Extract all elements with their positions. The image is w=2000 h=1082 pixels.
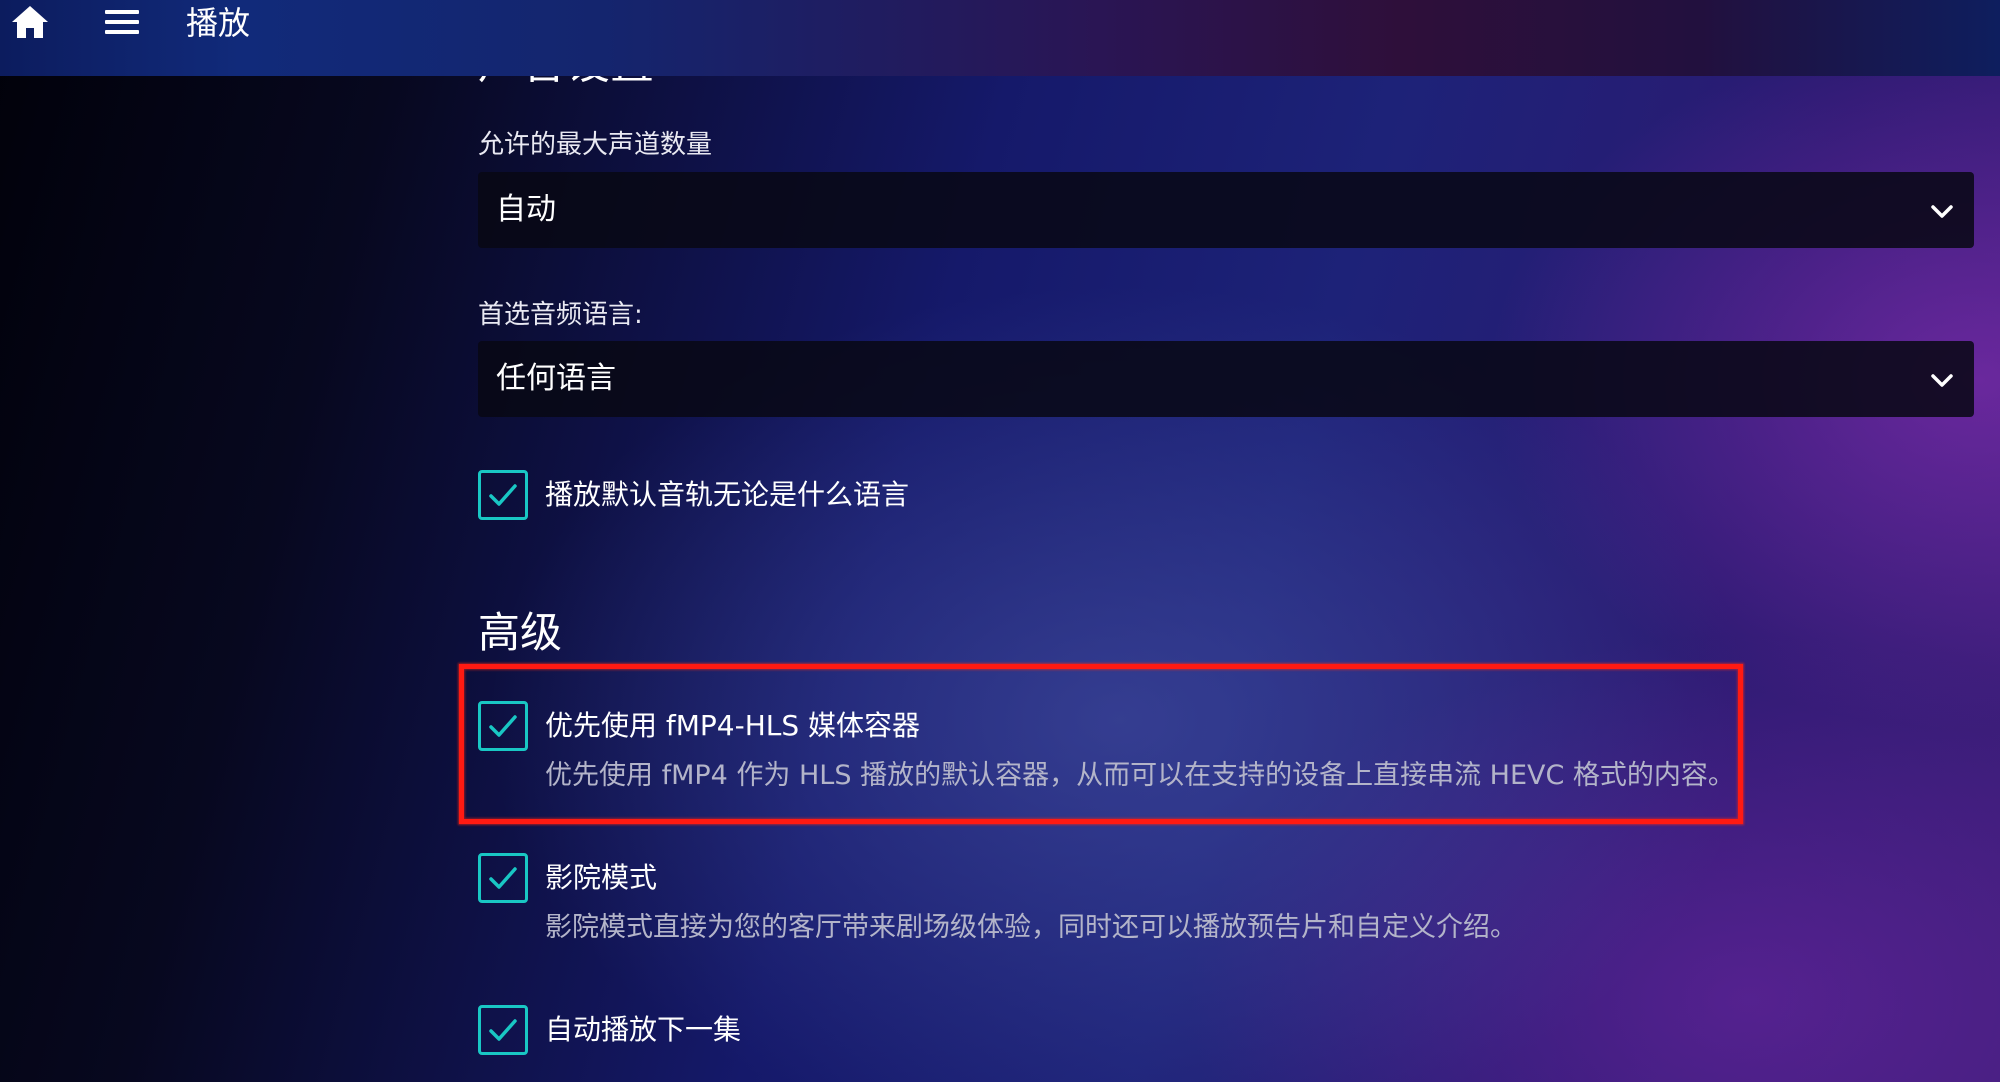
checkmark-icon (489, 1019, 517, 1041)
prefer-fmp4-label[interactable]: 优先使用 fMP4-HLS 媒体容器 (545, 707, 920, 745)
checkmark-icon (489, 715, 517, 737)
autoplay-next-checkbox[interactable] (478, 1005, 528, 1055)
play-default-track-label[interactable]: 播放默认音轨无论是什么语言 (545, 476, 909, 514)
app-header: 播放 (0, 0, 2000, 76)
chevron-down-icon (1931, 374, 1953, 387)
play-default-track-checkbox[interactable] (478, 470, 528, 520)
max-channels-value: 自动 (496, 192, 556, 227)
prefer-fmp4-checkbox[interactable] (478, 701, 528, 751)
cinema-mode-checkbox[interactable] (478, 853, 528, 903)
max-channels-label: 允许的最大声道数量 (478, 130, 713, 160)
checkmark-icon (489, 867, 517, 889)
audio-language-value: 任何语言 (496, 361, 616, 396)
page-title: 播放 (186, 4, 251, 42)
home-icon[interactable] (10, 2, 50, 42)
autoplay-next-label[interactable]: 自动播放下一集 (545, 1011, 741, 1049)
prefer-fmp4-description: 优先使用 fMP4 作为 HLS 播放的默认容器，从而可以在支持的设备上直接串流… (545, 760, 1735, 791)
menu-line (105, 10, 139, 14)
hamburger-menu-icon[interactable] (103, 6, 143, 40)
audio-language-select[interactable]: 任何语言 (478, 341, 1974, 417)
menu-line (105, 30, 139, 34)
cinema-mode-label[interactable]: 影院模式 (545, 859, 657, 897)
chevron-down-icon (1931, 205, 1953, 218)
max-channels-select[interactable]: 自动 (478, 172, 1974, 248)
advanced-section-heading: 高级 (478, 608, 563, 657)
checkmark-icon (489, 484, 517, 506)
cinema-mode-description: 影院模式直接为您的客厅带来剧场级体验，同时还可以播放预告片和自定义介绍。 (545, 912, 1517, 943)
audio-language-label: 首选音频语言: (478, 300, 643, 330)
menu-line (105, 20, 139, 24)
